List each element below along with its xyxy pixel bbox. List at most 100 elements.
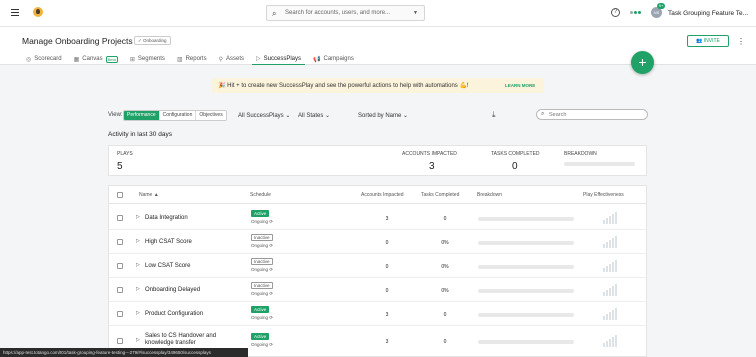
refresh-icon: ⟳ bbox=[269, 219, 274, 224]
schedule-text: Ongoing ⟳ bbox=[251, 243, 273, 249]
chevron-down-icon[interactable]: ▼ bbox=[413, 10, 418, 16]
download-icon[interactable]: ⤓ bbox=[492, 110, 496, 120]
learn-more-link[interactable]: LEARN MORE bbox=[505, 83, 535, 88]
refresh-icon: ⟳ bbox=[269, 315, 274, 320]
view-performance[interactable]: Performance bbox=[124, 111, 160, 120]
expand-icon[interactable]: ▷ bbox=[136, 310, 140, 316]
schedule-label: Ongoing bbox=[251, 315, 269, 320]
column-tasks-completed: Tasks Completed bbox=[421, 192, 460, 198]
expand-icon[interactable]: ▷ bbox=[136, 238, 140, 244]
table-row[interactable]: ▷ Data Integration Active Ongoing ⟳ 3 0 bbox=[109, 206, 646, 230]
successplays-table: Name ▲ Schedule Accounts Impacted Tasks … bbox=[108, 185, 647, 357]
column-name[interactable]: Name ▲ bbox=[139, 192, 159, 198]
accounts-impacted: 0 bbox=[385, 240, 389, 246]
states-filter-label: All States bbox=[298, 113, 324, 119]
expand-icon[interactable]: ▷ bbox=[136, 262, 140, 268]
plays-count: 5 bbox=[117, 161, 123, 172]
play-name[interactable]: Product Configuration bbox=[145, 311, 203, 318]
table-row[interactable]: ▷ Onboarding Delayed Inactive Ongoing ⟳ … bbox=[109, 278, 646, 302]
successplays-filter-label: All SuccessPlays bbox=[238, 113, 284, 119]
schedule-text: Ongoing ⟳ bbox=[251, 291, 273, 297]
tab-reports[interactable]: ▥ Reports bbox=[173, 53, 211, 65]
tasks-completed: 0 bbox=[443, 312, 447, 318]
onboarding-badge[interactable]: ✓ Onboarding bbox=[134, 36, 171, 45]
expand-icon[interactable]: ▷ bbox=[136, 286, 140, 292]
effectiveness-icon bbox=[603, 308, 617, 320]
play-name[interactable]: Onboarding Delayed bbox=[145, 287, 200, 294]
view-configuration[interactable]: Configuration bbox=[160, 111, 197, 120]
status-dots-icon[interactable] bbox=[630, 11, 641, 14]
select-all-checkbox[interactable] bbox=[117, 192, 123, 198]
column-play-effectiveness: Play Effectiveness bbox=[583, 192, 624, 198]
global-search-input[interactable]: ⌕ Search for accounts, users, and more..… bbox=[266, 5, 425, 21]
activity-heading: Activity in last 30 days bbox=[108, 131, 172, 138]
successplays-filter[interactable]: All SuccessPlays ⌄ bbox=[238, 112, 290, 119]
table-row[interactable]: ▷ Low CSAT Score Inactive Ongoing ⟳ 0 0% bbox=[109, 254, 646, 278]
play-name[interactable]: Low CSAT Score bbox=[145, 263, 190, 270]
tab-campaigns[interactable]: 📢 Campaigns bbox=[309, 53, 358, 65]
row-checkbox[interactable] bbox=[117, 215, 123, 221]
row-checkbox[interactable] bbox=[117, 287, 123, 293]
schedule-text: Ongoing ⟳ bbox=[251, 315, 273, 321]
tab-successplays[interactable]: ▷ SuccessPlays bbox=[252, 53, 305, 65]
summary-card: PLAYS 5 ACCOUNTS IMPACTED 3 TASKS COMPLE… bbox=[108, 145, 647, 176]
help-icon[interactable]: ? bbox=[611, 8, 620, 17]
more-options-icon[interactable]: ⋮ bbox=[737, 37, 745, 46]
schedule-label: Ongoing bbox=[251, 243, 269, 248]
account-name[interactable]: Task Grouping Feature Te... bbox=[668, 10, 748, 17]
tab-label: Canvas bbox=[82, 56, 103, 62]
tab-label: Assets bbox=[226, 56, 245, 62]
play-name[interactable]: Sales to CS Handover and knowledge trans… bbox=[145, 333, 235, 347]
tab-segments[interactable]: ⊞ Segments bbox=[126, 53, 169, 65]
schedule-text: Ongoing ⟳ bbox=[251, 342, 273, 348]
play-name[interactable]: High CSAT Score bbox=[145, 239, 192, 246]
segments-icon: ⊞ bbox=[129, 56, 135, 63]
view-objectives[interactable]: Objectives bbox=[196, 111, 225, 120]
onboarding-badge-label: Onboarding bbox=[143, 38, 167, 43]
banner-text: 🎉 Hit + to create new SuccessPlay and se… bbox=[218, 82, 469, 89]
states-filter[interactable]: All States ⌄ bbox=[298, 112, 330, 119]
app-logo[interactable] bbox=[33, 7, 43, 17]
tasks-completed: 0 bbox=[443, 216, 447, 222]
accounts-impacted: 3 bbox=[385, 216, 389, 222]
tab-scorecard[interactable]: ◎ Scorecard bbox=[22, 53, 66, 65]
tab-label: Reports bbox=[185, 56, 207, 62]
tab-canvas[interactable]: ▦ Canvas Beta bbox=[70, 53, 122, 65]
play-icon: ▷ bbox=[256, 56, 261, 62]
status-badge: Active bbox=[251, 333, 270, 340]
tab-assets[interactable]: ⚲ Assets bbox=[215, 53, 248, 65]
row-checkbox[interactable] bbox=[117, 338, 123, 344]
play-name[interactable]: Data Integration bbox=[145, 215, 188, 222]
effectiveness-icon bbox=[603, 212, 617, 224]
invite-button[interactable]: 👥 INVITE bbox=[687, 35, 729, 47]
banner-message: Hit + to create new SuccessPlay and see … bbox=[227, 83, 469, 89]
tab-label: Segments bbox=[137, 56, 165, 62]
tasks-completed-count: 0 bbox=[512, 161, 518, 172]
scorecard-icon: ◎ bbox=[26, 56, 32, 63]
breakdown-bar bbox=[478, 265, 574, 269]
status-badge: Inactive bbox=[251, 258, 273, 265]
menu-icon[interactable] bbox=[11, 9, 19, 16]
table-row[interactable]: ▷ High CSAT Score Inactive Ongoing ⟳ 0 0… bbox=[109, 230, 646, 254]
status-badge: Inactive bbox=[251, 282, 273, 289]
expand-icon[interactable]: ▷ bbox=[136, 337, 140, 343]
expand-icon[interactable]: ▷ bbox=[136, 214, 140, 220]
breakdown-bar bbox=[478, 313, 574, 317]
table-row[interactable]: ▷ Product Configuration Active Ongoing ⟳… bbox=[109, 302, 646, 326]
table-search-input[interactable]: ⌕ Search bbox=[536, 109, 648, 120]
column-breakdown: Breakdown bbox=[477, 192, 503, 198]
row-checkbox[interactable] bbox=[117, 239, 123, 245]
refresh-icon: ⟳ bbox=[269, 291, 274, 296]
add-successplay-button[interactable]: + bbox=[631, 51, 654, 74]
row-checkbox[interactable] bbox=[117, 263, 123, 269]
schedule-label: Ongoing bbox=[251, 342, 269, 347]
global-search-placeholder: Search for accounts, users, and more... bbox=[285, 10, 391, 16]
sort-dropdown[interactable]: Sorted by Name ⌄ bbox=[358, 112, 408, 119]
chevron-down-icon: ⌄ bbox=[325, 113, 331, 119]
effectiveness-icon bbox=[603, 236, 617, 248]
breakdown-bar bbox=[478, 217, 574, 221]
effectiveness-icon bbox=[603, 335, 617, 347]
refresh-icon: ⟳ bbox=[269, 267, 274, 272]
search-icon: ⌕ bbox=[272, 9, 277, 18]
row-checkbox[interactable] bbox=[117, 311, 123, 317]
